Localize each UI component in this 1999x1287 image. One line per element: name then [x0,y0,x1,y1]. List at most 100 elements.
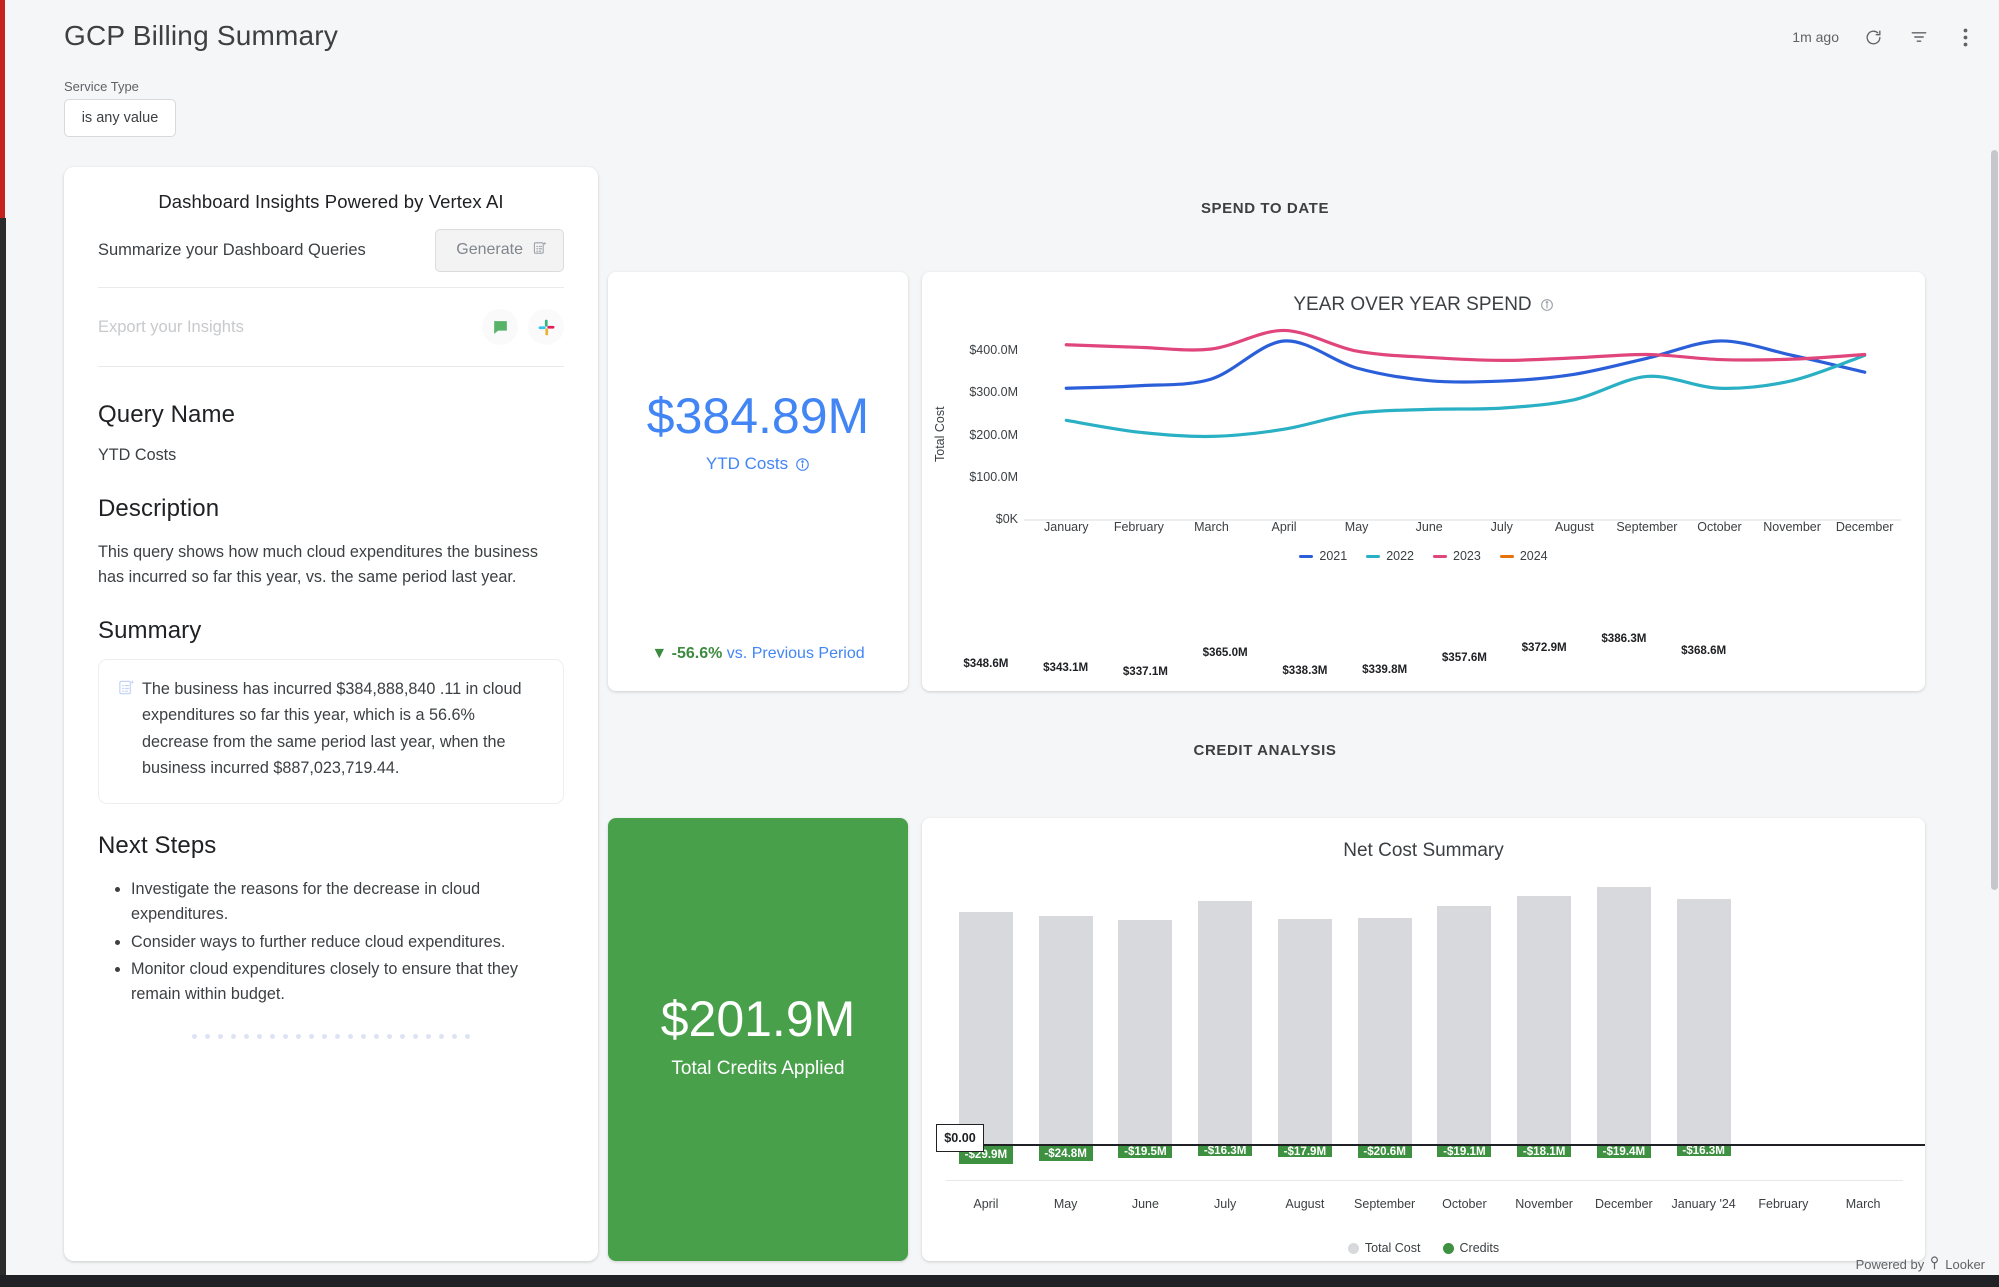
google-chat-icon[interactable] [482,309,518,345]
bar-column[interactable]: $386.3M -$19.4M [1584,632,1664,1177]
bar-value-label: $348.6M [963,657,1009,671]
x-tick-label: February [1113,520,1164,534]
legend-item-2022[interactable]: 2022 [1366,549,1414,563]
left-red-accent [0,0,5,220]
service-type-filter[interactable]: is any value [64,99,176,137]
total-cost-bar[interactable] [1437,906,1492,1146]
bar-column[interactable] [1823,878,1903,1177]
credits-bar[interactable]: -$18.1M [1517,1145,1572,1158]
looker-footer: Powered by Looker [1856,1255,1985,1273]
filter-icon[interactable] [1907,25,1931,49]
next-steps-heading: Next Steps [98,832,217,860]
legend-item-total-cost[interactable]: Total Cost [1347,1241,1421,1255]
total-cost-bar[interactable] [958,912,1013,1146]
legend-item-2021[interactable]: 2021 [1299,549,1347,563]
net-cost-summary-chart[interactable]: Net Cost Summary $348.6M -$29.9M $343.1M -$… [922,632,1925,1261]
x-tick-label: December [1595,1197,1653,1211]
delta-suffix: vs. Previous Period [722,645,865,662]
page-scrollbar[interactable] [1990,150,1999,1260]
bar-column[interactable]: $365.0M -$16.3M [1185,646,1265,1177]
bar-value-label: $365.0M [1202,646,1248,660]
legend-swatch [1366,554,1381,558]
total-cost-bar[interactable] [1676,899,1731,1146]
credits-bar[interactable]: -$24.8M [1038,1145,1093,1161]
legend-item-2024[interactable]: 2024 [1499,549,1548,563]
legend-label: 2023 [1453,549,1481,563]
export-label: Export your Insights [98,317,244,336]
list-item: Investigate the reasons for the decrease… [131,877,564,928]
bar-column[interactable]: $343.1M -$24.8M [1026,661,1106,1177]
x-tick-label: April [973,1197,999,1211]
total-credits-value: $201.9M [660,991,856,1047]
bar-column[interactable]: $368.6M -$16.3M [1664,644,1744,1177]
credits-bar[interactable]: -$19.4M [1596,1145,1651,1158]
bar-value-label: $368.6M [1681,643,1727,657]
bar-column[interactable]: $372.9M -$18.1M [1504,641,1584,1177]
bar-value-label: $357.6M [1441,651,1487,665]
generate-button[interactable]: Generate [435,228,564,272]
legend-swatch [1347,1242,1359,1254]
bar-column[interactable]: $339.8M -$20.6M [1345,663,1425,1177]
x-tick-label: June [1415,520,1443,534]
next-steps-list: Investigate the reasons for the decrease… [98,877,564,1007]
left-dark-rail [0,218,6,1287]
summary-heading: Summary [98,617,202,645]
query-name-value: YTD Costs [98,446,177,464]
legend-swatch [1299,554,1314,558]
x-tick-label: September [1354,1197,1416,1211]
total-cost-bar[interactable] [1357,918,1412,1146]
bar-column[interactable]: $338.3M -$17.9M [1265,664,1345,1177]
delta-value: -56.6% [671,645,723,662]
kebab-menu-icon[interactable] [1953,25,1977,49]
legend-swatch [1442,1242,1454,1254]
summarize-row: Summarize your Dashboard Queries Generat… [98,213,564,287]
filter-value: is any value [81,110,159,126]
yoy-legend: 2021 2022 2023 2024 [922,549,1925,563]
ytd-costs-tile[interactable]: $384.89M YTD Costs ▼ -56.6% vs. Previous… [608,272,908,691]
x-tick-label: November [1515,1197,1573,1211]
summary-sparkle-icon [117,678,136,781]
bar-column[interactable]: $357.6M -$19.1M [1425,651,1505,1177]
legend-label: 2024 [1519,549,1548,563]
x-tick-label: August [1554,520,1594,534]
credits-bar[interactable]: -$16.3M [1198,1144,1253,1157]
total-cost-bar[interactable] [1517,896,1572,1146]
yoy-x-tick-labels: January February March April May June July Augu… [1030,520,1901,534]
last-refresh-time: 1m ago [1792,29,1839,45]
legend-label: 2021 [1319,549,1348,563]
bar-value-label: $338.3M [1282,664,1328,678]
slack-icon[interactable] [528,309,564,345]
bar-value-label: $339.8M [1362,663,1408,677]
ytd-costs-label: YTD Costs [608,454,908,474]
bar-column[interactable]: $337.1M -$19.5M [1106,665,1186,1177]
total-credits-tile[interactable]: $201.9M Total Credits Applied [608,818,908,1261]
x-tick-label: August [1285,1197,1325,1211]
info-icon[interactable] [795,457,810,472]
x-tick-label: December [1835,520,1894,534]
credits-bar[interactable]: -$16.3M [1676,1144,1731,1157]
loading-dots [98,1033,564,1039]
total-cost-bar[interactable] [1118,920,1173,1146]
refresh-icon[interactable] [1861,25,1885,49]
credits-bar[interactable]: -$20.6M [1357,1145,1412,1158]
ytd-costs-label-text: YTD Costs [705,454,789,473]
query-name-heading: Query Name [98,401,236,428]
total-cost-bar[interactable] [1277,919,1332,1146]
bar-column[interactable] [1744,878,1824,1177]
legend-label: Credits [1459,1241,1500,1255]
credits-bar[interactable]: -$17.9M [1277,1145,1332,1158]
netcost-x-tick-labels: April May June July August September October No… [946,1197,1903,1211]
total-cost-bar[interactable] [1038,916,1093,1146]
scrollbar-thumb[interactable] [1991,150,1998,890]
legend-item-credits[interactable]: Credits [1442,1241,1500,1255]
year-over-year-spend-chart[interactable]: YEAR OVER YEAR SPEND Total Cost $400.0M $… [922,272,1925,691]
legend-item-2023[interactable]: 2023 [1433,549,1481,563]
netcost-zero-label: $0.00 [936,1123,984,1152]
x-tick-label: March [1845,1197,1881,1211]
total-cost-bar[interactable] [1596,887,1651,1146]
description-heading: Description [98,495,220,522]
total-cost-bar[interactable] [1198,901,1253,1146]
yoy-series-2021 [1064,339,1867,390]
credits-bar[interactable]: -$19.5M [1118,1145,1173,1158]
credits-bar[interactable]: -$19.1M [1437,1145,1492,1158]
